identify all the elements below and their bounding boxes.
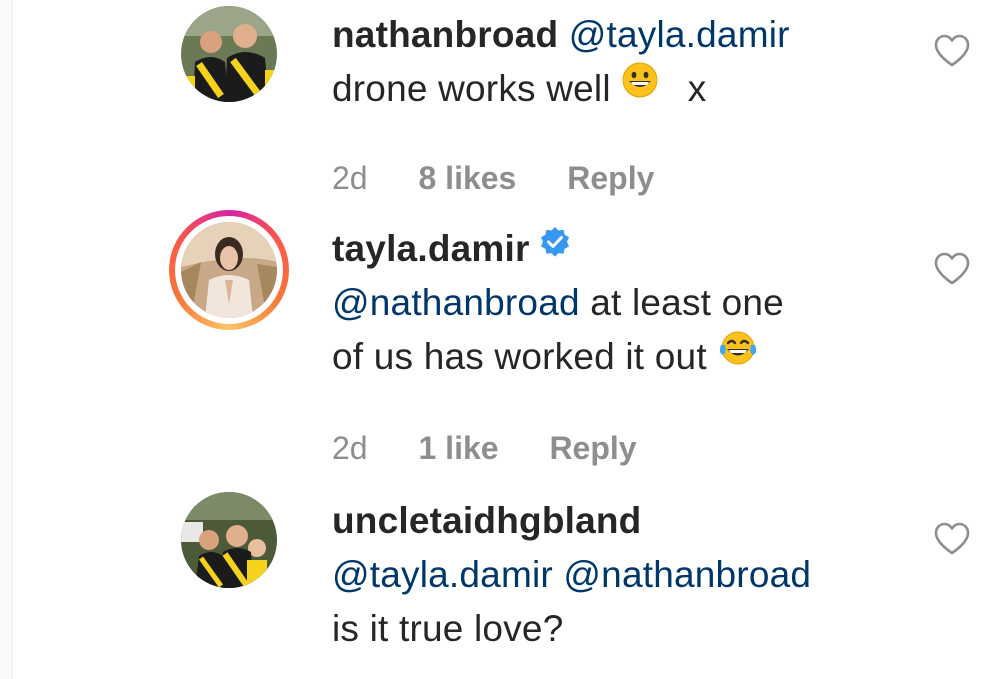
- likes-count[interactable]: 8 likes: [418, 160, 516, 196]
- comment-meta: 2d 8 likes Reply: [332, 158, 696, 198]
- reply-button[interactable]: Reply: [567, 160, 654, 196]
- comment-text: tayla.damir @nathanbroad at least one of…: [332, 222, 892, 384]
- comment-body: drone works well: [332, 68, 611, 109]
- username[interactable]: nathanbroad: [332, 14, 558, 55]
- username[interactable]: uncletaidhgbland: [332, 500, 641, 541]
- like-heart-icon[interactable]: [933, 34, 971, 68]
- grinning-face-emoji: [621, 60, 659, 114]
- verified-badge-icon: [538, 221, 572, 275]
- left-rail: [0, 0, 13, 679]
- avatar-nathanbroad[interactable]: [181, 6, 277, 102]
- likes-count[interactable]: 1 like: [418, 430, 498, 466]
- comment-body-line2: of us has worked it out: [332, 336, 707, 377]
- mention-link[interactable]: @nathanbroad: [332, 282, 580, 323]
- avatar-tayla-damir[interactable]: [181, 222, 277, 318]
- comment-text: uncletaidhgbland @tayla.damir @nathanbro…: [332, 494, 892, 656]
- story-ring[interactable]: [169, 210, 289, 330]
- mention-link[interactable]: @tayla.damir: [332, 554, 553, 595]
- reply-button[interactable]: Reply: [549, 430, 636, 466]
- mention-link[interactable]: @tayla.damir: [569, 14, 790, 55]
- comment-text: nathanbroad @tayla.damir drone works wel…: [332, 8, 892, 116]
- comment-age: 2d: [332, 430, 368, 466]
- comment-age: 2d: [332, 160, 368, 196]
- like-heart-icon[interactable]: [933, 252, 971, 286]
- like-heart-icon[interactable]: [933, 522, 971, 556]
- username[interactable]: tayla.damir: [332, 228, 530, 269]
- mention-link[interactable]: @nathanbroad: [563, 554, 811, 595]
- face-with-tears-of-joy-emoji: [717, 328, 759, 382]
- comment-body-line1: at least one: [590, 282, 784, 323]
- comment-body: is it true love?: [332, 608, 564, 649]
- comment-suffix: x: [687, 68, 707, 109]
- comment-meta: 2d 1 like Reply: [332, 428, 679, 468]
- avatar-uncletaidhgbland[interactable]: [181, 492, 277, 588]
